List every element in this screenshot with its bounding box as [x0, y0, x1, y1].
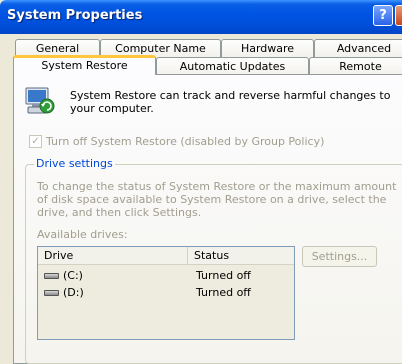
drive-icon	[44, 273, 59, 279]
tab-system-restore[interactable]: System Restore	[13, 55, 156, 75]
column-header-drive[interactable]: Drive	[38, 247, 188, 264]
title-bar[interactable]: System Properties ?	[0, 0, 402, 34]
drives-list-header: Drive Status	[38, 247, 294, 265]
help-button[interactable]: ?	[373, 5, 393, 26]
tab-advanced[interactable]: Advanced	[314, 39, 402, 58]
settings-button[interactable]: Settings...	[302, 246, 377, 267]
drive-status: Turned off	[196, 286, 251, 299]
column-header-status[interactable]: Status	[188, 247, 294, 264]
available-drives-label: Available drives:	[37, 228, 128, 241]
turn-off-restore-label: Turn off System Restore (disabled by Gro…	[46, 135, 325, 148]
drive-name: (C:)	[63, 269, 83, 282]
drive-name: (D:)	[63, 286, 84, 299]
drive-settings-description: To change the status of System Restore o…	[37, 180, 397, 219]
table-row[interactable]: (D:) Turned off	[38, 285, 294, 301]
drive-icon	[44, 290, 59, 296]
table-row[interactable]: (C:) Turned off	[38, 268, 294, 284]
system-restore-icon	[25, 87, 55, 114]
drives-list[interactable]: Drive Status (C:) Turned off (D:) Turned…	[37, 246, 295, 340]
turn-off-restore-checkbox[interactable]: ✓	[29, 135, 42, 148]
intro-text: System Restore can track and reverse har…	[70, 89, 391, 115]
drive-settings-legend: Drive settings	[34, 157, 115, 170]
tab-hardware[interactable]: Hardware	[221, 39, 314, 58]
window-title: System Properties	[7, 8, 143, 23]
drive-status: Turned off	[196, 269, 251, 282]
close-button[interactable]	[395, 5, 402, 26]
